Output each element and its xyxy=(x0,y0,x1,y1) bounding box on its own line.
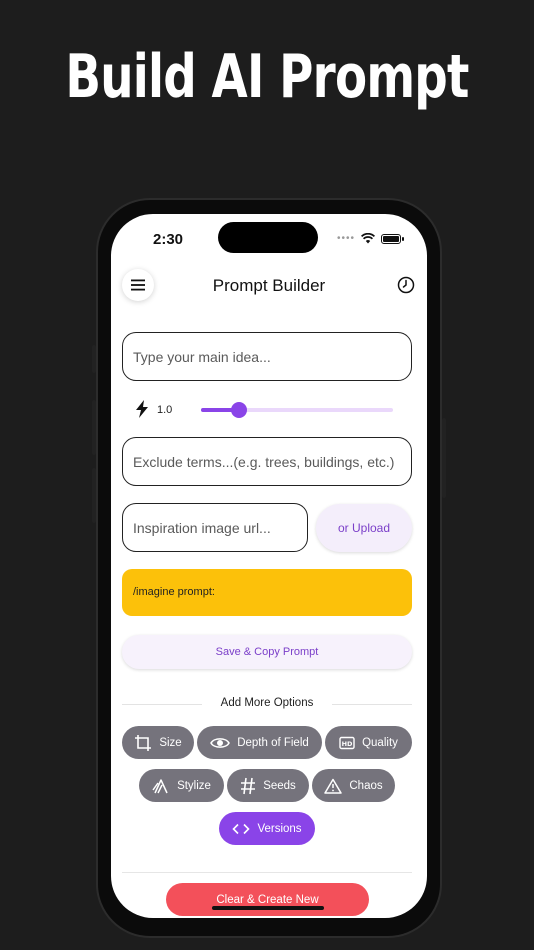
page-title: Prompt Builder xyxy=(212,276,326,295)
volume-down-button xyxy=(92,468,96,523)
chip-seeds[interactable]: Seeds xyxy=(227,769,309,802)
save-copy-button[interactable]: Save & Copy Prompt xyxy=(122,635,412,669)
chip-versions[interactable]: Versions xyxy=(219,812,315,845)
chip-seeds-label: Seeds xyxy=(263,779,296,792)
power-button xyxy=(442,418,446,498)
warning-icon xyxy=(324,778,343,794)
chip-chaos-label: Chaos xyxy=(349,779,383,792)
mute-switch xyxy=(92,345,96,373)
image-url-input[interactable]: Inspiration image url... xyxy=(122,503,308,552)
crop-icon xyxy=(135,734,152,751)
upload-button[interactable]: or Upload xyxy=(316,504,412,552)
brush-icon xyxy=(152,778,168,793)
chip-stylize-label: Stylize xyxy=(177,779,211,792)
wifi-icon xyxy=(361,233,375,244)
status-time: 2:30 xyxy=(153,231,184,248)
divider-line-right xyxy=(332,704,412,705)
chip-depth-of-field-label: Depth of Field xyxy=(237,736,309,749)
home-indicator xyxy=(212,906,324,910)
phone-frame: 2:30 •••• Prompt Builder Type your main xyxy=(92,198,446,938)
chip-stylize[interactable]: Stylize xyxy=(139,769,224,802)
image-url-placeholder: Inspiration image url... xyxy=(133,519,271,536)
prompt-preview-text: /imagine prompt: xyxy=(133,586,215,598)
chip-depth-of-field[interactable]: Depth of Field xyxy=(197,726,322,759)
lightning-icon xyxy=(136,400,148,418)
app-screen: 2:30 •••• Prompt Builder Type your main xyxy=(111,214,427,918)
signal-icon: •••• xyxy=(336,233,355,244)
weight-slider-thumb[interactable] xyxy=(231,402,247,418)
dynamic-island xyxy=(218,222,318,253)
chip-size[interactable]: Size xyxy=(122,726,194,759)
volume-up-button xyxy=(92,400,96,455)
svg-text:HD: HD xyxy=(342,740,353,748)
promo-headline: Build AI Prompt xyxy=(65,42,469,112)
eye-icon xyxy=(210,737,231,748)
options-divider: Add More Options xyxy=(122,697,412,711)
hash-icon xyxy=(241,777,256,794)
exclude-terms-input[interactable]: Exclude terms...(e.g. trees, buildings, … xyxy=(122,437,412,486)
chip-versions-label: Versions xyxy=(257,822,302,835)
hd-icon: HD xyxy=(339,736,355,749)
options-heading: Add More Options xyxy=(220,697,314,709)
exclude-terms-placeholder: Exclude terms...(e.g. trees, buildings, … xyxy=(133,453,395,470)
battery-icon xyxy=(381,233,404,244)
clear-create-button[interactable]: Clear & Create New xyxy=(166,883,369,916)
chip-quality[interactable]: HD Quality xyxy=(325,726,412,759)
chip-quality-label: Quality xyxy=(362,736,398,749)
chip-size-label: Size xyxy=(159,736,182,749)
prompt-preview: /imagine prompt: xyxy=(122,569,412,616)
code-icon xyxy=(232,823,251,834)
main-idea-input[interactable]: Type your main idea... xyxy=(122,332,412,381)
chip-chaos[interactable]: Chaos xyxy=(312,769,395,802)
weight-value: 1.0 xyxy=(157,404,173,416)
status-icons: •••• xyxy=(336,233,404,244)
history-icon[interactable] xyxy=(396,275,416,295)
bottom-divider xyxy=(122,872,412,873)
main-idea-placeholder: Type your main idea... xyxy=(133,348,271,365)
